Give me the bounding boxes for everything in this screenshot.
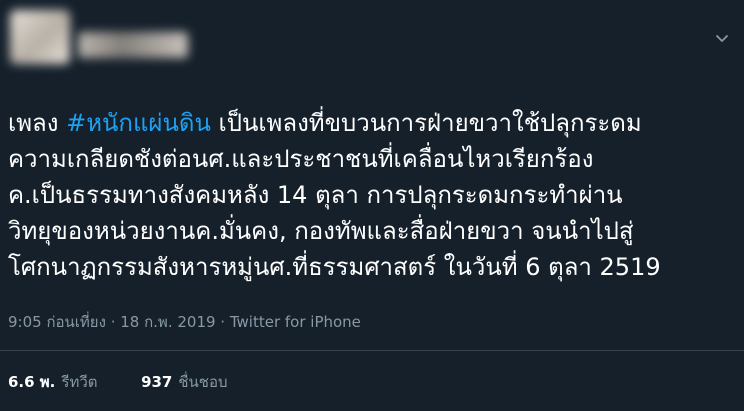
likes-label: ชื่นชอบ	[178, 373, 228, 391]
tweet-line: ค.เป็นธรรมทางสังคมหลัง 14 ตุลา การปลุกระ…	[8, 181, 623, 209]
tweet-header	[0, 0, 744, 80]
tweet-line: วิทยุของหน่วยงานค.มั่นคง, กองทัพและสื่อฝ…	[8, 217, 634, 245]
blurred-avatar[interactable]	[10, 10, 70, 64]
tweet-line: โศกนาฏกรรมสังหารหมู่นศ.ที่ธรรมศาสตร์ ในว…	[8, 253, 661, 281]
retweets-label: รีทวีต	[61, 373, 98, 391]
tweet-meta[interactable]: 9:05 ก่อนเที่ยง · 18 ก.พ. 2019 · Twitter…	[8, 312, 361, 332]
tweet-stats: 6.6 พ. รีทวีต 937 ชื่นชอบ	[8, 372, 228, 392]
divider	[0, 350, 744, 351]
retweets-count: 6.6 พ.	[8, 373, 56, 391]
hashtag-link[interactable]: #หนักแผ่นดิน	[66, 109, 211, 137]
tweet-line: เพลง #หนักแผ่นดิน เป็นเพลงที่ขบวนการฝ่าย…	[8, 105, 736, 141]
tweet-card: เพลง #หนักแผ่นดิน เป็นเพลงที่ขบวนการฝ่าย…	[0, 0, 744, 411]
tweet-text-prefix: เพลง	[8, 109, 67, 137]
tweet-text: เพลง #หนักแผ่นดิน เป็นเพลงที่ขบวนการฝ่าย…	[8, 105, 736, 285]
blurred-username[interactable]	[78, 32, 188, 58]
tweet-line: ความเกลียดชังต่อนศ.และประชาชนที่เคลื่อนไ…	[8, 145, 594, 173]
likes-count: 937	[141, 373, 173, 391]
retweets-stat[interactable]: 6.6 พ. รีทวีต	[8, 373, 102, 391]
likes-stat[interactable]: 937 ชื่นชอบ	[141, 373, 227, 391]
tweet-text-suffix: เป็นเพลงที่ขบวนการฝ่ายขวาใช้ปลุกระดม	[210, 109, 642, 137]
chevron-down-icon[interactable]	[715, 32, 729, 46]
